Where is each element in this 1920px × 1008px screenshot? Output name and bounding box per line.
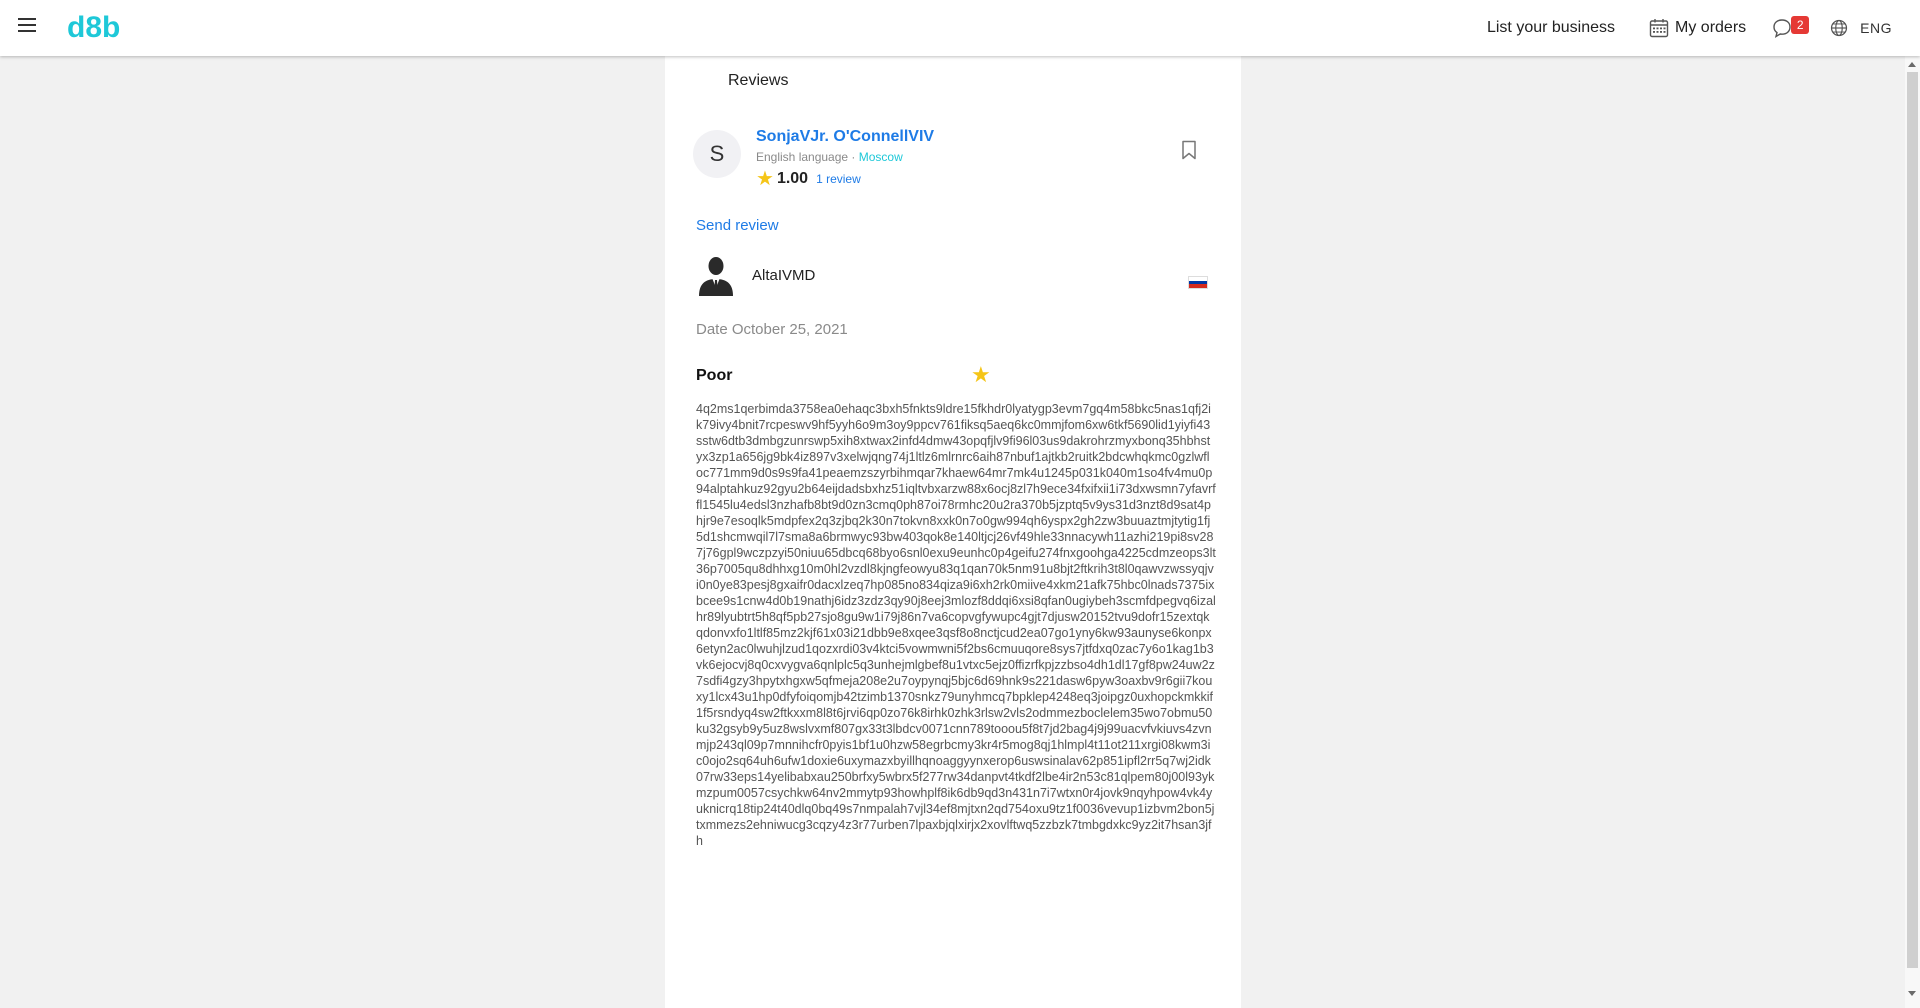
scroll-down-arrow-icon[interactable] xyxy=(1908,991,1916,996)
meta-separator: · xyxy=(851,150,856,164)
top-nav-links: List your business My orders 2 ENG xyxy=(1487,0,1892,56)
globe-icon[interactable] xyxy=(1830,19,1848,37)
russia-flag-icon xyxy=(1188,276,1208,289)
review-author: AltaIVMD xyxy=(696,254,1216,300)
bookmark-icon[interactable] xyxy=(1181,140,1197,160)
menu-icon[interactable] xyxy=(18,18,38,34)
profile-name-link[interactable]: SonjaVJr. O'ConnellVIV xyxy=(756,128,934,146)
user-silhouette-icon xyxy=(699,257,733,296)
send-review-button[interactable]: Send review xyxy=(696,217,779,234)
scroll-up-arrow-icon[interactable] xyxy=(1908,62,1916,67)
review-count-link[interactable]: 1 review xyxy=(816,172,861,186)
calendar-icon xyxy=(1649,19,1669,38)
star-icon: ★ xyxy=(971,362,991,387)
list-your-business-link[interactable]: List your business xyxy=(1487,19,1615,37)
my-orders-button[interactable]: My orders xyxy=(1649,18,1746,38)
profile-language: English language xyxy=(756,150,849,164)
profile-city-link[interactable]: Moscow xyxy=(859,150,903,164)
language-selector[interactable]: ENG xyxy=(1860,20,1892,36)
star-icon: ★ xyxy=(756,168,774,190)
chat-icon xyxy=(1773,19,1791,38)
rating-value: 1.00 xyxy=(776,169,809,187)
top-navigation-bar: d8b List your business My orders 2 ENG xyxy=(0,0,1920,56)
page-scrollbar[interactable] xyxy=(1905,56,1920,1008)
unread-messages-badge: 2 xyxy=(1791,16,1810,34)
page-title: Reviews xyxy=(728,72,789,89)
logo[interactable]: d8b xyxy=(67,11,120,45)
review-date: Date October 25, 2021 xyxy=(696,321,848,338)
my-orders-label: My orders xyxy=(1675,19,1747,36)
profile-rating: ★ 1.00 1 review xyxy=(756,166,861,191)
review-body-text: 4q2ms1qerbimda3758ea0ehaqc3bxh5fnkts9ldr… xyxy=(696,402,1216,848)
messages-button[interactable]: 2 xyxy=(1772,16,1810,40)
avatar: S xyxy=(693,130,741,178)
review-author-name: AltaIVMD xyxy=(752,267,816,284)
profile-meta: English language · Moscow xyxy=(756,150,903,164)
reviews-panel: Reviews S SonjaVJr. O'ConnellVIV English… xyxy=(665,56,1241,1008)
scrollbar-thumb[interactable] xyxy=(1907,72,1918,968)
business-profile-card: S SonjaVJr. O'ConnellVIV English languag… xyxy=(693,128,1213,191)
review-rating-label: Poor xyxy=(696,367,733,384)
